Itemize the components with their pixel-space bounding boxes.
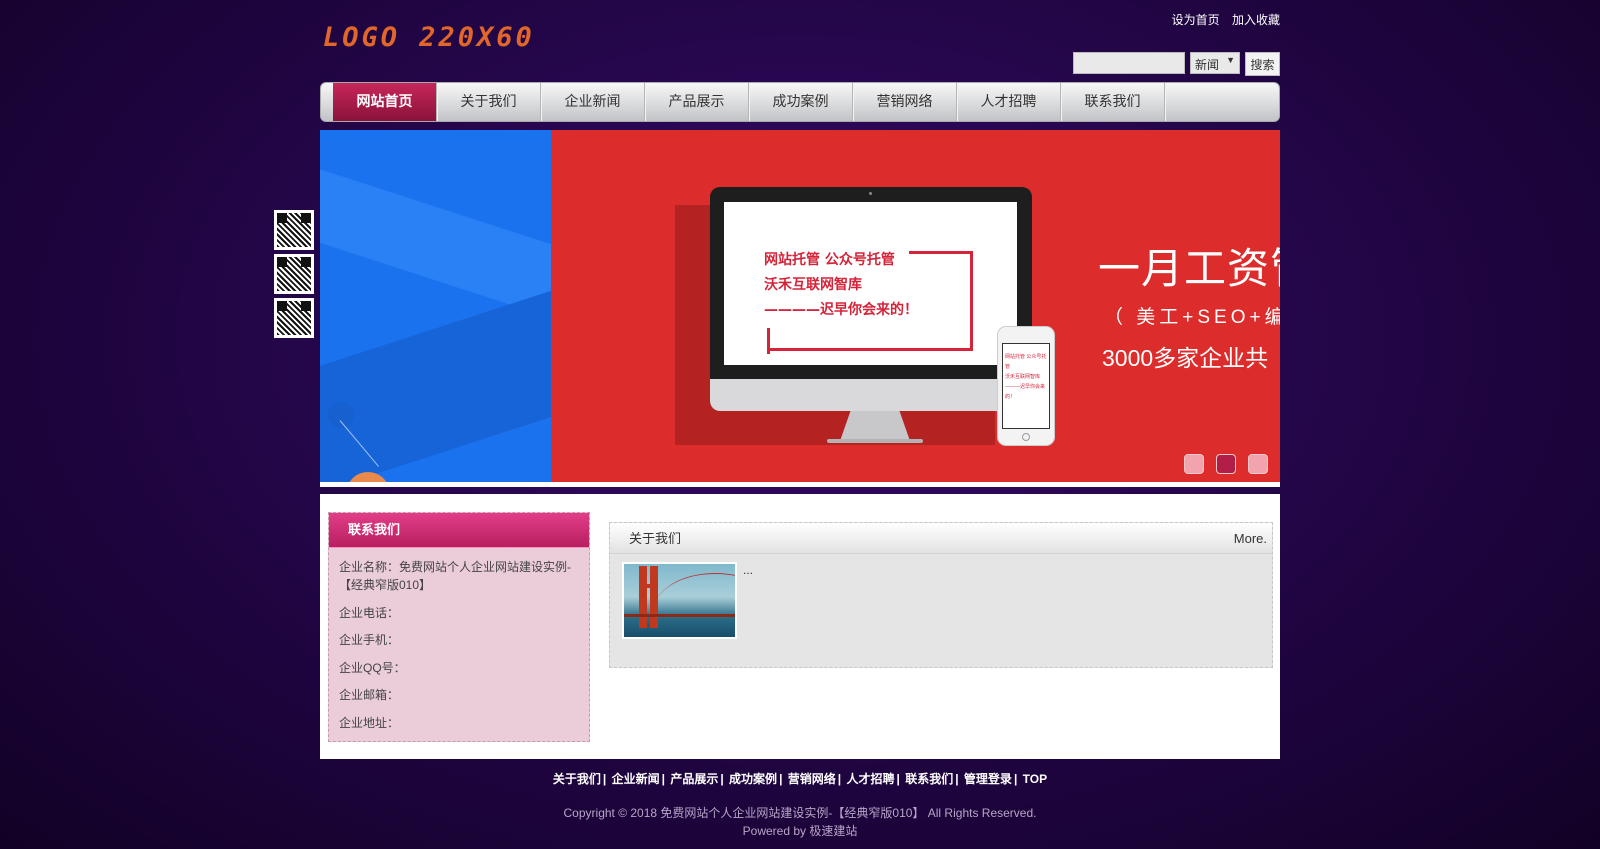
- search-bar: 新闻 ▼ 搜索: [1073, 52, 1280, 76]
- footer-link-products[interactable]: 产品展示: [670, 772, 718, 786]
- footer-copyright: Copyright © 2018 免费网站个人企业网站建设实例-【经典窄版010…: [0, 804, 1600, 840]
- footer-nav: 关于我们 | 企业新闻 | 产品展示 | 成功案例 | 营销网络 | 人才招聘 | 联系我们…: [552, 772, 1048, 786]
- about-summary: ...: [743, 563, 754, 577]
- contact-mobile: 企业手机：: [339, 633, 400, 647]
- site-logo[interactable]: LOGO 220X60: [323, 22, 535, 53]
- slide-dot-1[interactable]: [1184, 454, 1204, 474]
- banner-blue-panel: [320, 130, 551, 487]
- top-links: 设为首页 加入收藏: [1163, 11, 1280, 28]
- nav-item-network[interactable]: 营销网络: [853, 83, 957, 121]
- main-content: 联系我们 企业名称：免费网站个人企业网站建设实例-【经典窄版010】 企业电话：…: [320, 494, 1280, 759]
- slide-dot-2[interactable]: [1216, 454, 1236, 474]
- contact-company-name: 企业名称：免费网站个人企业网站建设实例-【经典窄版010】: [339, 560, 571, 592]
- nav-item-cases[interactable]: 成功案例: [749, 83, 853, 121]
- qr-code-icon[interactable]: [274, 254, 314, 294]
- contact-panel: 联系我们 企业名称：免费网站个人企业网站建设实例-【经典窄版010】 企业电话：…: [328, 512, 590, 742]
- footer-link-contact[interactable]: 联系我们: [905, 772, 953, 786]
- slide-dot-3[interactable]: [1248, 454, 1268, 474]
- phone-illustration: 网站托管 公众号托管 沃禾互联网智库 ———迟早你会来的！: [997, 326, 1055, 446]
- footer-link-network[interactable]: 营销网络: [788, 772, 836, 786]
- nav-item-products[interactable]: 产品展示: [645, 83, 749, 121]
- contact-panel-title: 联系我们: [329, 513, 589, 548]
- about-more-link[interactable]: More.: [1234, 523, 1267, 554]
- monitor-stand: [840, 411, 910, 441]
- contact-panel-body: 企业名称：免费网站个人企业网站建设实例-【经典窄版010】 企业电话： 企业手机…: [329, 548, 589, 751]
- chevron-down-icon: ▼: [1226, 55, 1235, 65]
- nav-item-about[interactable]: 关于我们: [437, 83, 541, 121]
- qr-code-icon[interactable]: [274, 298, 314, 338]
- copyright-text: Copyright © 2018 免费网站个人企业网站建设实例-【经典窄版010…: [563, 806, 1037, 820]
- footer-link-jobs[interactable]: 人才招聘: [846, 772, 894, 786]
- contact-email: 企业邮箱：: [339, 688, 400, 702]
- slogan-headline: 一月工资管: [1098, 244, 1280, 293]
- powered-by-text: Powered by 极速建站: [742, 824, 858, 838]
- contact-qq: 企业QQ号：: [339, 660, 406, 675]
- nav-item-contact[interactable]: 联系我们: [1061, 83, 1165, 121]
- banner-slogan: 一月工资管 （ 美工+SEO+编 3000多家企业共: [1098, 235, 1280, 373]
- slogan-tagline: 3000多家企业共: [1102, 345, 1269, 371]
- phone-home-button: [1022, 433, 1030, 441]
- set-homepage-link[interactable]: 设为首页: [1172, 13, 1220, 27]
- qr-code-sidebar: [274, 210, 314, 338]
- search-category-select[interactable]: 新闻 ▼: [1190, 52, 1240, 74]
- nav-item-news[interactable]: 企业新闻: [541, 83, 645, 121]
- footer-link-cases[interactable]: 成功案例: [729, 772, 777, 786]
- slider-pagination: [1184, 454, 1268, 474]
- contact-address: 企业地址：: [339, 715, 400, 730]
- main-nav: 网站首页 关于我们 企业新闻 产品展示 成功案例 营销网络 人才招聘 联系我们: [320, 82, 1280, 122]
- monitor-screen-text: 网站托管 公众号托管 沃禾互联网智库 ————迟早你会来的！: [764, 252, 918, 318]
- monitor-screen: 网站托管 公众号托管 沃禾互联网智库 ————迟早你会来的！: [724, 202, 1017, 365]
- footer-link-about[interactable]: 关于我们: [553, 772, 601, 786]
- monitor-illustration: 网站托管 公众号托管 沃禾互联网智库 ————迟早你会来的！: [710, 187, 1032, 411]
- about-panel: 关于我们 More. ...: [609, 522, 1273, 668]
- qr-code-icon[interactable]: [274, 210, 314, 250]
- add-favorite-link[interactable]: 加入收藏: [1232, 13, 1280, 27]
- nav-item-jobs[interactable]: 人才招聘: [957, 83, 1061, 121]
- hero-banner[interactable]: 网站托管 公众号托管 沃禾互联网智库 ————迟早你会来的！ 网站托管 公众号托…: [320, 130, 1280, 487]
- slogan-subline: （ 美工+SEO+编: [1104, 307, 1280, 328]
- search-input[interactable]: [1073, 52, 1185, 74]
- footer-link-news[interactable]: 企业新闻: [612, 772, 660, 786]
- search-category-value: 新闻: [1195, 58, 1220, 72]
- contact-phone: 企业电话：: [339, 605, 400, 620]
- phone-screen-text: 网站托管 公众号托管 沃禾互联网智库 ———迟早你会来的！: [1002, 343, 1050, 429]
- footer-link-top[interactable]: TOP: [1023, 772, 1047, 786]
- nav-item-home[interactable]: 网站首页: [333, 83, 437, 121]
- about-panel-title: 关于我们: [629, 531, 682, 546]
- about-image[interactable]: [622, 562, 737, 639]
- search-button[interactable]: 搜索: [1245, 52, 1280, 76]
- footer-link-admin-login[interactable]: 管理登录: [964, 772, 1012, 786]
- about-panel-header: 关于我们 More.: [610, 523, 1272, 554]
